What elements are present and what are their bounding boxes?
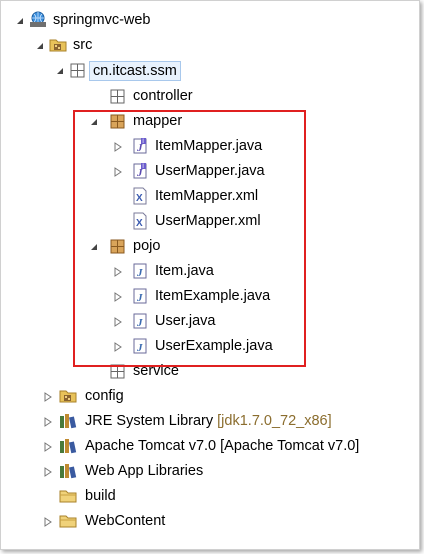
folder-icon bbox=[59, 487, 77, 505]
src-label: src bbox=[73, 37, 93, 53]
webcontent-label: WebContent bbox=[85, 513, 166, 529]
collapsed-arrow-icon[interactable] bbox=[43, 467, 53, 477]
project-explorer-panel: springmvc-web src cn.itcast.ssm controll… bbox=[0, 0, 420, 550]
library-icon bbox=[59, 412, 77, 430]
expanded-arrow-icon[interactable] bbox=[15, 16, 25, 26]
package-icon-empty bbox=[69, 61, 87, 79]
source-folder-icon bbox=[59, 387, 77, 405]
build-label: build bbox=[85, 488, 116, 504]
jre-label: JRE System Library [jdk1.7.0_72_x86] bbox=[85, 412, 332, 430]
config-label: config bbox=[85, 388, 124, 404]
library-icon bbox=[59, 437, 77, 455]
tomcat-label: Apache Tomcat v7.0 [Apache Tomcat v7.0] bbox=[85, 438, 360, 454]
source-folder-icon bbox=[49, 36, 67, 54]
jre-decoration: [jdk1.7.0_72_x86] bbox=[217, 413, 332, 429]
folder-icon bbox=[59, 512, 77, 530]
collapsed-arrow-icon[interactable] bbox=[43, 517, 53, 527]
project-label: springmvc-web bbox=[53, 12, 151, 28]
highlight-box bbox=[73, 110, 306, 367]
collapsed-arrow-icon[interactable] bbox=[43, 392, 53, 402]
expanded-arrow-icon[interactable] bbox=[55, 66, 65, 76]
collapsed-arrow-icon[interactable] bbox=[43, 442, 53, 452]
controller-label: controller bbox=[133, 88, 193, 104]
package-icon-empty bbox=[109, 87, 127, 105]
jre-name: JRE System Library bbox=[85, 413, 214, 429]
collapsed-arrow-icon[interactable] bbox=[43, 417, 53, 427]
package-main-label: cn.itcast.ssm bbox=[89, 61, 181, 81]
web-project-icon bbox=[29, 11, 47, 29]
webapp-libs-label: Web App Libraries bbox=[85, 463, 204, 479]
library-icon bbox=[59, 462, 77, 480]
expanded-arrow-icon[interactable] bbox=[35, 41, 45, 51]
